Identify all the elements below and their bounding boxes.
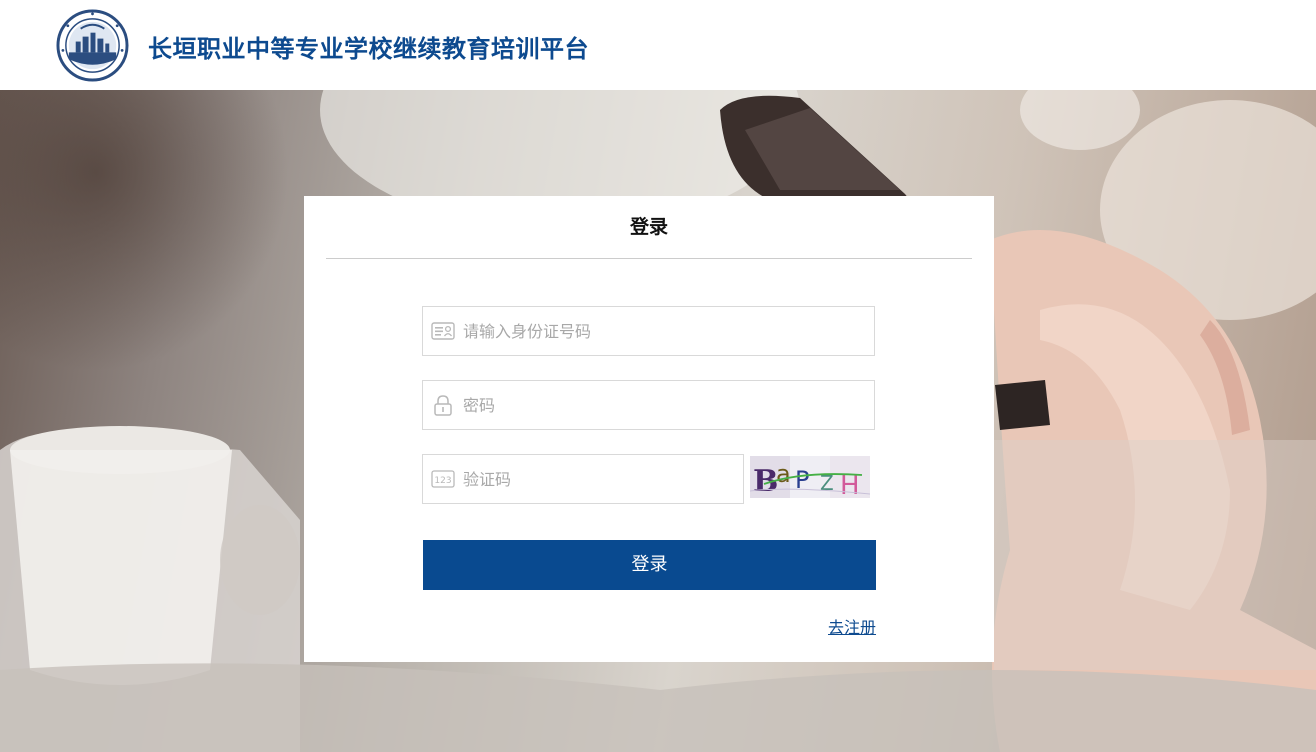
register-link[interactable]: 去注册 — [828, 614, 876, 638]
digits-123-icon: 123 — [431, 470, 455, 488]
password-input[interactable] — [463, 382, 863, 428]
svg-text:123: 123 — [434, 476, 451, 486]
login-card-title: 登录 — [629, 216, 668, 238]
school-logo — [56, 9, 129, 82]
id-number-input[interactable] — [463, 308, 863, 354]
card-divider — [326, 258, 972, 259]
password-field — [422, 380, 875, 430]
site-header: 长垣职业中等专业学校继续教育培训平台 — [0, 0, 1316, 90]
site-title: 长垣职业中等专业学校继续教育培训平台 — [148, 35, 589, 63]
captcha-image[interactable]: B a P Z H — [750, 456, 870, 498]
lock-icon — [434, 395, 452, 416]
id-card-icon — [431, 322, 455, 340]
captcha-field: 123 — [422, 454, 744, 504]
captcha-input[interactable] — [463, 456, 733, 502]
id-number-field — [422, 306, 875, 356]
login-button[interactable]: 登录 — [423, 540, 876, 590]
svg-text:a: a — [776, 460, 791, 488]
login-card: 登录 123 B a P Z H — [304, 196, 994, 662]
